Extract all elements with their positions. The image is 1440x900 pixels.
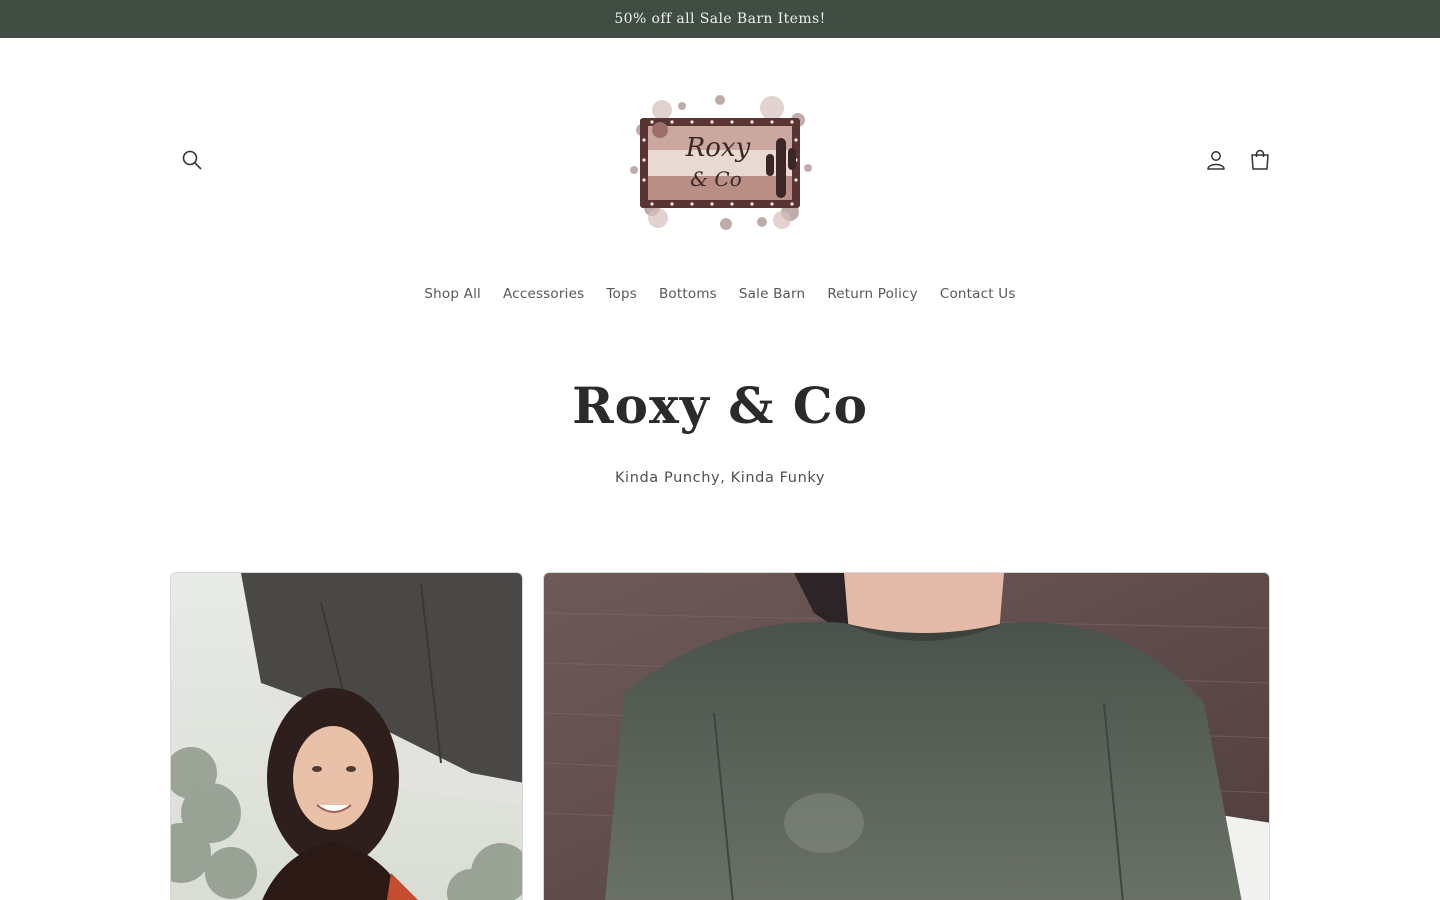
portrait-photo <box>171 573 522 900</box>
collection-card-portrait[interactable] <box>170 572 523 900</box>
nav-item-bottoms[interactable]: Bottoms <box>648 286 728 302</box>
cart-icon <box>1251 149 1269 170</box>
announcement-text: 50% off all Sale Barn Items! <box>614 11 826 27</box>
svg-text:& Co: & Co <box>690 167 742 191</box>
svg-text:Roxy: Roxy <box>685 133 751 163</box>
nav-item-accessories[interactable]: Accessories <box>492 286 595 302</box>
nav-item-tops[interactable]: Tops <box>595 286 648 302</box>
nav-item-sale-barn[interactable]: Sale Barn <box>728 286 816 302</box>
account-button[interactable] <box>1200 144 1232 176</box>
top-photo <box>544 573 1269 900</box>
main-navigation: Shop All Accessories Tops Bottoms Sale B… <box>0 282 1440 306</box>
store-logo[interactable]: Roxy & Co <box>622 90 818 232</box>
search-button[interactable] <box>176 144 208 176</box>
hero-title: Roxy & Co <box>572 376 868 435</box>
collection-card-top[interactable] <box>543 572 1270 900</box>
cart-button[interactable] <box>1244 144 1276 176</box>
announcement-bar: 50% off all Sale Barn Items! <box>0 0 1440 38</box>
nav-item-contact-us[interactable]: Contact Us <box>929 286 1027 302</box>
search-icon <box>182 150 202 170</box>
logo-image: Roxy & Co <box>630 95 812 230</box>
hero-subtitle: Kinda Punchy, Kinda Funky <box>614 470 826 486</box>
account-icon <box>1207 151 1225 170</box>
nav-item-shop-all[interactable]: Shop All <box>413 286 492 302</box>
nav-item-return-policy[interactable]: Return Policy <box>816 286 929 302</box>
